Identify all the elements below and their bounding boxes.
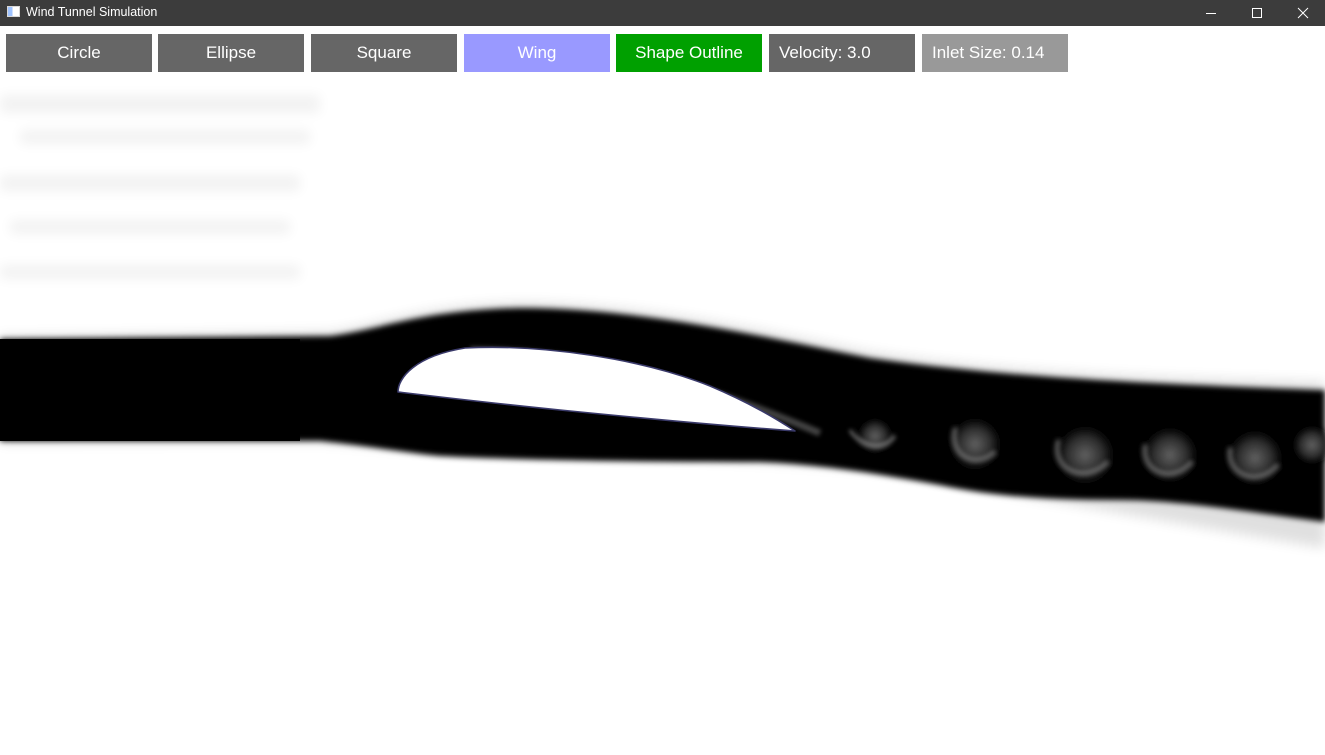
app-icon <box>7 6 20 17</box>
wing-button[interactable]: Wing <box>464 34 610 72</box>
close-button[interactable] <box>1280 0 1325 26</box>
close-icon <box>1297 7 1309 19</box>
window-title: Wind Tunnel Simulation <box>26 5 158 19</box>
velocity-control[interactable]: Velocity: 3.0 <box>769 34 915 72</box>
simulation-canvas[interactable] <box>0 80 1325 755</box>
title-bar: Wind Tunnel Simulation <box>0 0 1325 26</box>
circle-button[interactable]: Circle <box>6 34 152 72</box>
maximize-button[interactable] <box>1234 0 1280 26</box>
maximize-icon <box>1252 8 1262 18</box>
inlet-size-control[interactable]: Inlet Size: 0.14 <box>922 34 1068 72</box>
residual-smoke <box>0 95 320 279</box>
minimize-button[interactable] <box>1188 0 1234 26</box>
inlet-flow <box>0 339 300 441</box>
ellipse-button[interactable]: Ellipse <box>158 34 304 72</box>
minimize-icon <box>1206 13 1216 14</box>
square-button[interactable]: Square <box>311 34 457 72</box>
shape-outline-toggle[interactable]: Shape Outline <box>616 34 762 72</box>
